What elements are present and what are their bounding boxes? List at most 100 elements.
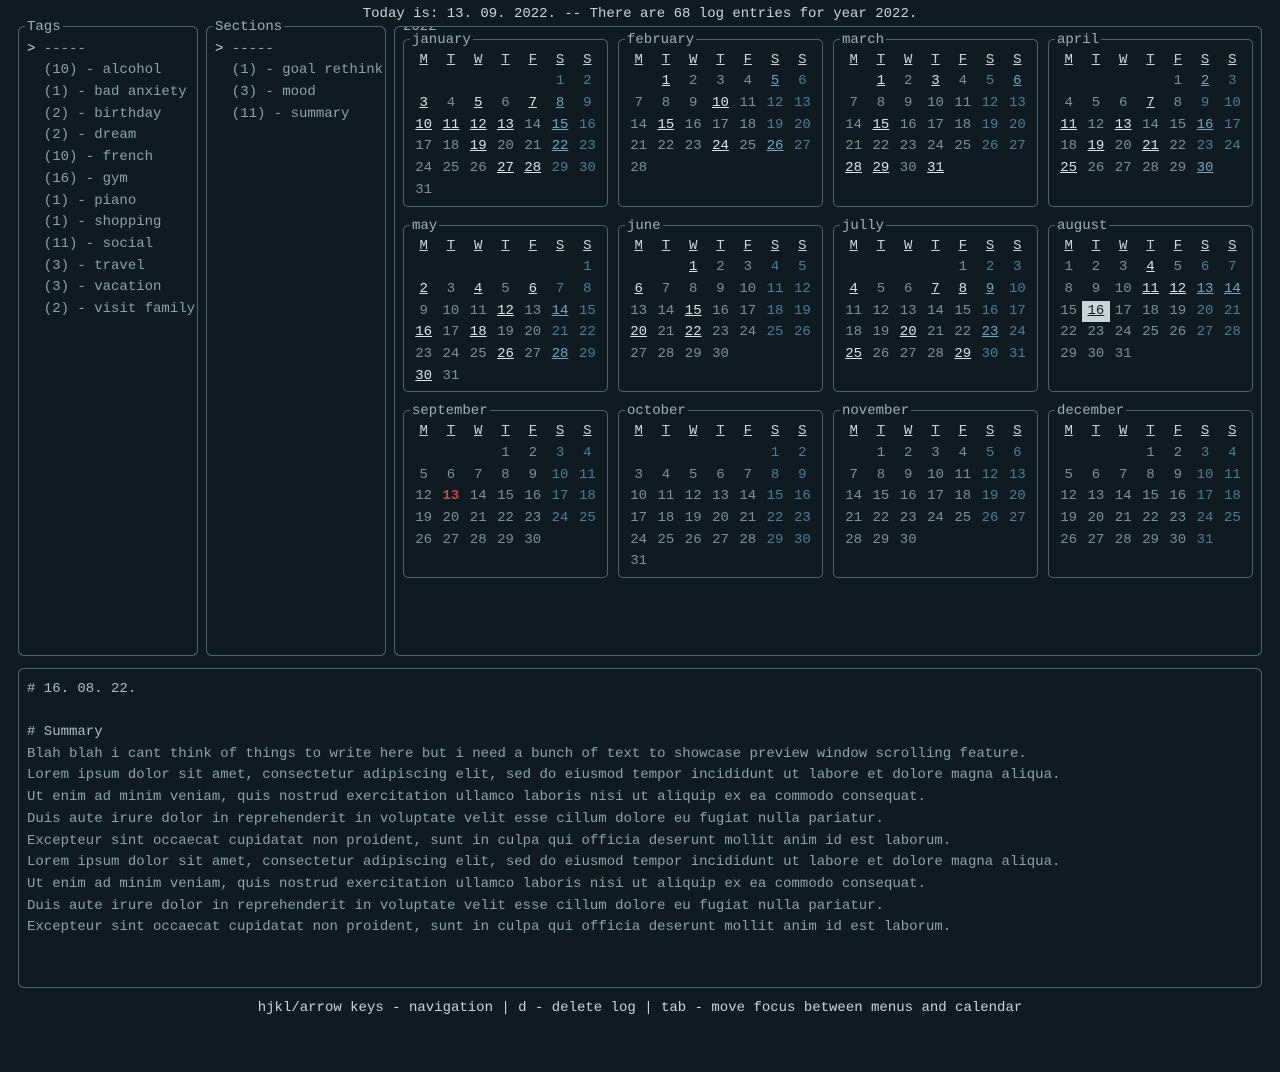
day-cell[interactable]: 7 xyxy=(625,93,652,115)
day-cell[interactable]: 3 xyxy=(410,93,437,115)
day-cell[interactable]: 5 xyxy=(1055,465,1082,487)
day-cell[interactable]: 20 xyxy=(895,322,922,344)
day-cell[interactable]: 19 xyxy=(976,115,1003,137)
day-cell[interactable]: 10 xyxy=(922,465,949,487)
day-cell[interactable]: 9 xyxy=(519,465,546,487)
day-cell[interactable]: 13 xyxy=(1082,486,1109,508)
day-cell[interactable]: 11 xyxy=(734,93,761,115)
tags-item[interactable]: (1) - bad anxiety xyxy=(27,82,189,104)
month-december[interactable]: decemberMTWTFSS 123456789101112131415161… xyxy=(1048,410,1253,578)
day-cell[interactable]: 12 xyxy=(465,115,492,137)
month-june[interactable]: juneMTWTFSS 1234567891011121314151617181… xyxy=(618,225,823,393)
day-cell[interactable]: 6 xyxy=(437,465,464,487)
day-cell[interactable]: 18 xyxy=(652,508,679,530)
tags-item[interactable]: (3) - travel xyxy=(27,256,189,278)
day-cell[interactable]: 31 xyxy=(922,158,949,180)
day-cell[interactable]: 10 xyxy=(1219,93,1246,115)
tags-item[interactable]: (2) - birthday xyxy=(27,104,189,126)
day-cell[interactable]: 27 xyxy=(625,344,652,366)
day-cell[interactable]: 7 xyxy=(546,279,573,301)
day-cell[interactable]: 3 xyxy=(922,443,949,465)
day-cell[interactable]: 12 xyxy=(492,301,519,323)
day-cell[interactable]: 5 xyxy=(1164,257,1191,279)
day-cell[interactable]: 13 xyxy=(1110,115,1137,137)
day-cell[interactable]: 10 xyxy=(707,93,734,115)
day-cell[interactable]: 9 xyxy=(895,93,922,115)
day-cell[interactable]: 11 xyxy=(1219,465,1246,487)
day-cell[interactable]: 10 xyxy=(922,93,949,115)
day-cell[interactable]: 19 xyxy=(1082,136,1109,158)
day-cell[interactable]: 28 xyxy=(1137,158,1164,180)
day-cell[interactable]: 27 xyxy=(492,158,519,180)
day-cell[interactable]: 27 xyxy=(707,530,734,552)
day-cell[interactable]: 19 xyxy=(761,115,788,137)
day-cell[interactable]: 14 xyxy=(546,301,573,323)
day-cell[interactable]: 3 xyxy=(1004,257,1031,279)
day-cell[interactable]: 23 xyxy=(1164,508,1191,530)
month-august[interactable]: augustMTWTFSS123456789101112131415161718… xyxy=(1048,225,1253,393)
day-cell[interactable]: 5 xyxy=(789,257,816,279)
day-cell[interactable]: 28 xyxy=(546,344,573,366)
day-cell[interactable]: 12 xyxy=(1055,486,1082,508)
tags-item[interactable]: (1) - shopping xyxy=(27,212,189,234)
day-cell[interactable]: 15 xyxy=(867,486,894,508)
day-cell[interactable]: 26 xyxy=(976,136,1003,158)
day-cell[interactable]: 28 xyxy=(519,158,546,180)
day-cell[interactable]: 22 xyxy=(867,508,894,530)
day-cell[interactable]: 20 xyxy=(1110,136,1137,158)
day-cell[interactable]: 7 xyxy=(1137,93,1164,115)
day-cell[interactable]: 17 xyxy=(437,322,464,344)
day-cell[interactable]: 16 xyxy=(680,115,707,137)
sections-panel[interactable]: Sections > ----- (1) - goal rethink (3) … xyxy=(206,26,386,656)
day-cell[interactable]: 23 xyxy=(519,508,546,530)
day-cell[interactable]: 1 xyxy=(867,71,894,93)
day-cell[interactable]: 28 xyxy=(1219,322,1246,344)
day-cell[interactable]: 8 xyxy=(546,93,573,115)
day-cell[interactable]: 20 xyxy=(519,322,546,344)
day-cell[interactable]: 6 xyxy=(1191,257,1218,279)
day-cell[interactable]: 24 xyxy=(437,344,464,366)
day-cell[interactable]: 17 xyxy=(1004,301,1031,323)
day-cell[interactable]: 25 xyxy=(1219,508,1246,530)
day-cell[interactable]: 8 xyxy=(574,279,601,301)
day-cell[interactable]: 7 xyxy=(1219,257,1246,279)
day-cell[interactable]: 16 xyxy=(519,486,546,508)
day-cell[interactable]: 1 xyxy=(546,71,573,93)
day-cell[interactable]: 1 xyxy=(574,257,601,279)
day-cell[interactable]: 20 xyxy=(1082,508,1109,530)
day-cell[interactable]: 15 xyxy=(1137,486,1164,508)
day-cell[interactable]: 9 xyxy=(574,93,601,115)
day-cell[interactable]: 15 xyxy=(949,301,976,323)
day-cell[interactable]: 1 xyxy=(680,257,707,279)
day-cell[interactable]: 25 xyxy=(949,136,976,158)
day-cell[interactable]: 27 xyxy=(1004,136,1031,158)
day-cell[interactable]: 16 xyxy=(410,322,437,344)
day-cell[interactable]: 14 xyxy=(840,115,867,137)
day-cell[interactable]: 30 xyxy=(976,344,1003,366)
day-cell[interactable]: 14 xyxy=(519,115,546,137)
day-cell[interactable]: 31 xyxy=(410,180,437,202)
day-cell[interactable]: 5 xyxy=(492,279,519,301)
day-cell[interactable]: 23 xyxy=(789,508,816,530)
day-cell[interactable]: 21 xyxy=(465,508,492,530)
day-cell[interactable]: 12 xyxy=(976,93,1003,115)
day-cell[interactable]: 22 xyxy=(1055,322,1082,344)
day-cell[interactable]: 24 xyxy=(922,136,949,158)
day-cell[interactable]: 5 xyxy=(1082,93,1109,115)
day-cell[interactable]: 24 xyxy=(1219,136,1246,158)
day-cell[interactable]: 12 xyxy=(410,486,437,508)
day-cell[interactable]: 19 xyxy=(1164,301,1191,323)
day-cell[interactable]: 22 xyxy=(680,322,707,344)
day-cell[interactable]: 27 xyxy=(1004,508,1031,530)
day-cell[interactable]: 7 xyxy=(840,93,867,115)
day-cell[interactable]: 10 xyxy=(437,301,464,323)
day-cell[interactable]: 18 xyxy=(1137,301,1164,323)
day-cell[interactable]: 25 xyxy=(734,136,761,158)
day-cell[interactable]: 13 xyxy=(1004,93,1031,115)
day-cell[interactable]: 29 xyxy=(546,158,573,180)
day-cell[interactable]: 5 xyxy=(976,443,1003,465)
day-cell[interactable]: 22 xyxy=(1137,508,1164,530)
day-cell[interactable]: 15 xyxy=(546,115,573,137)
calendar-panel[interactable]: 2022 januaryMTWTFSS 12345678910111213141… xyxy=(394,26,1262,656)
day-cell[interactable]: 21 xyxy=(1110,508,1137,530)
